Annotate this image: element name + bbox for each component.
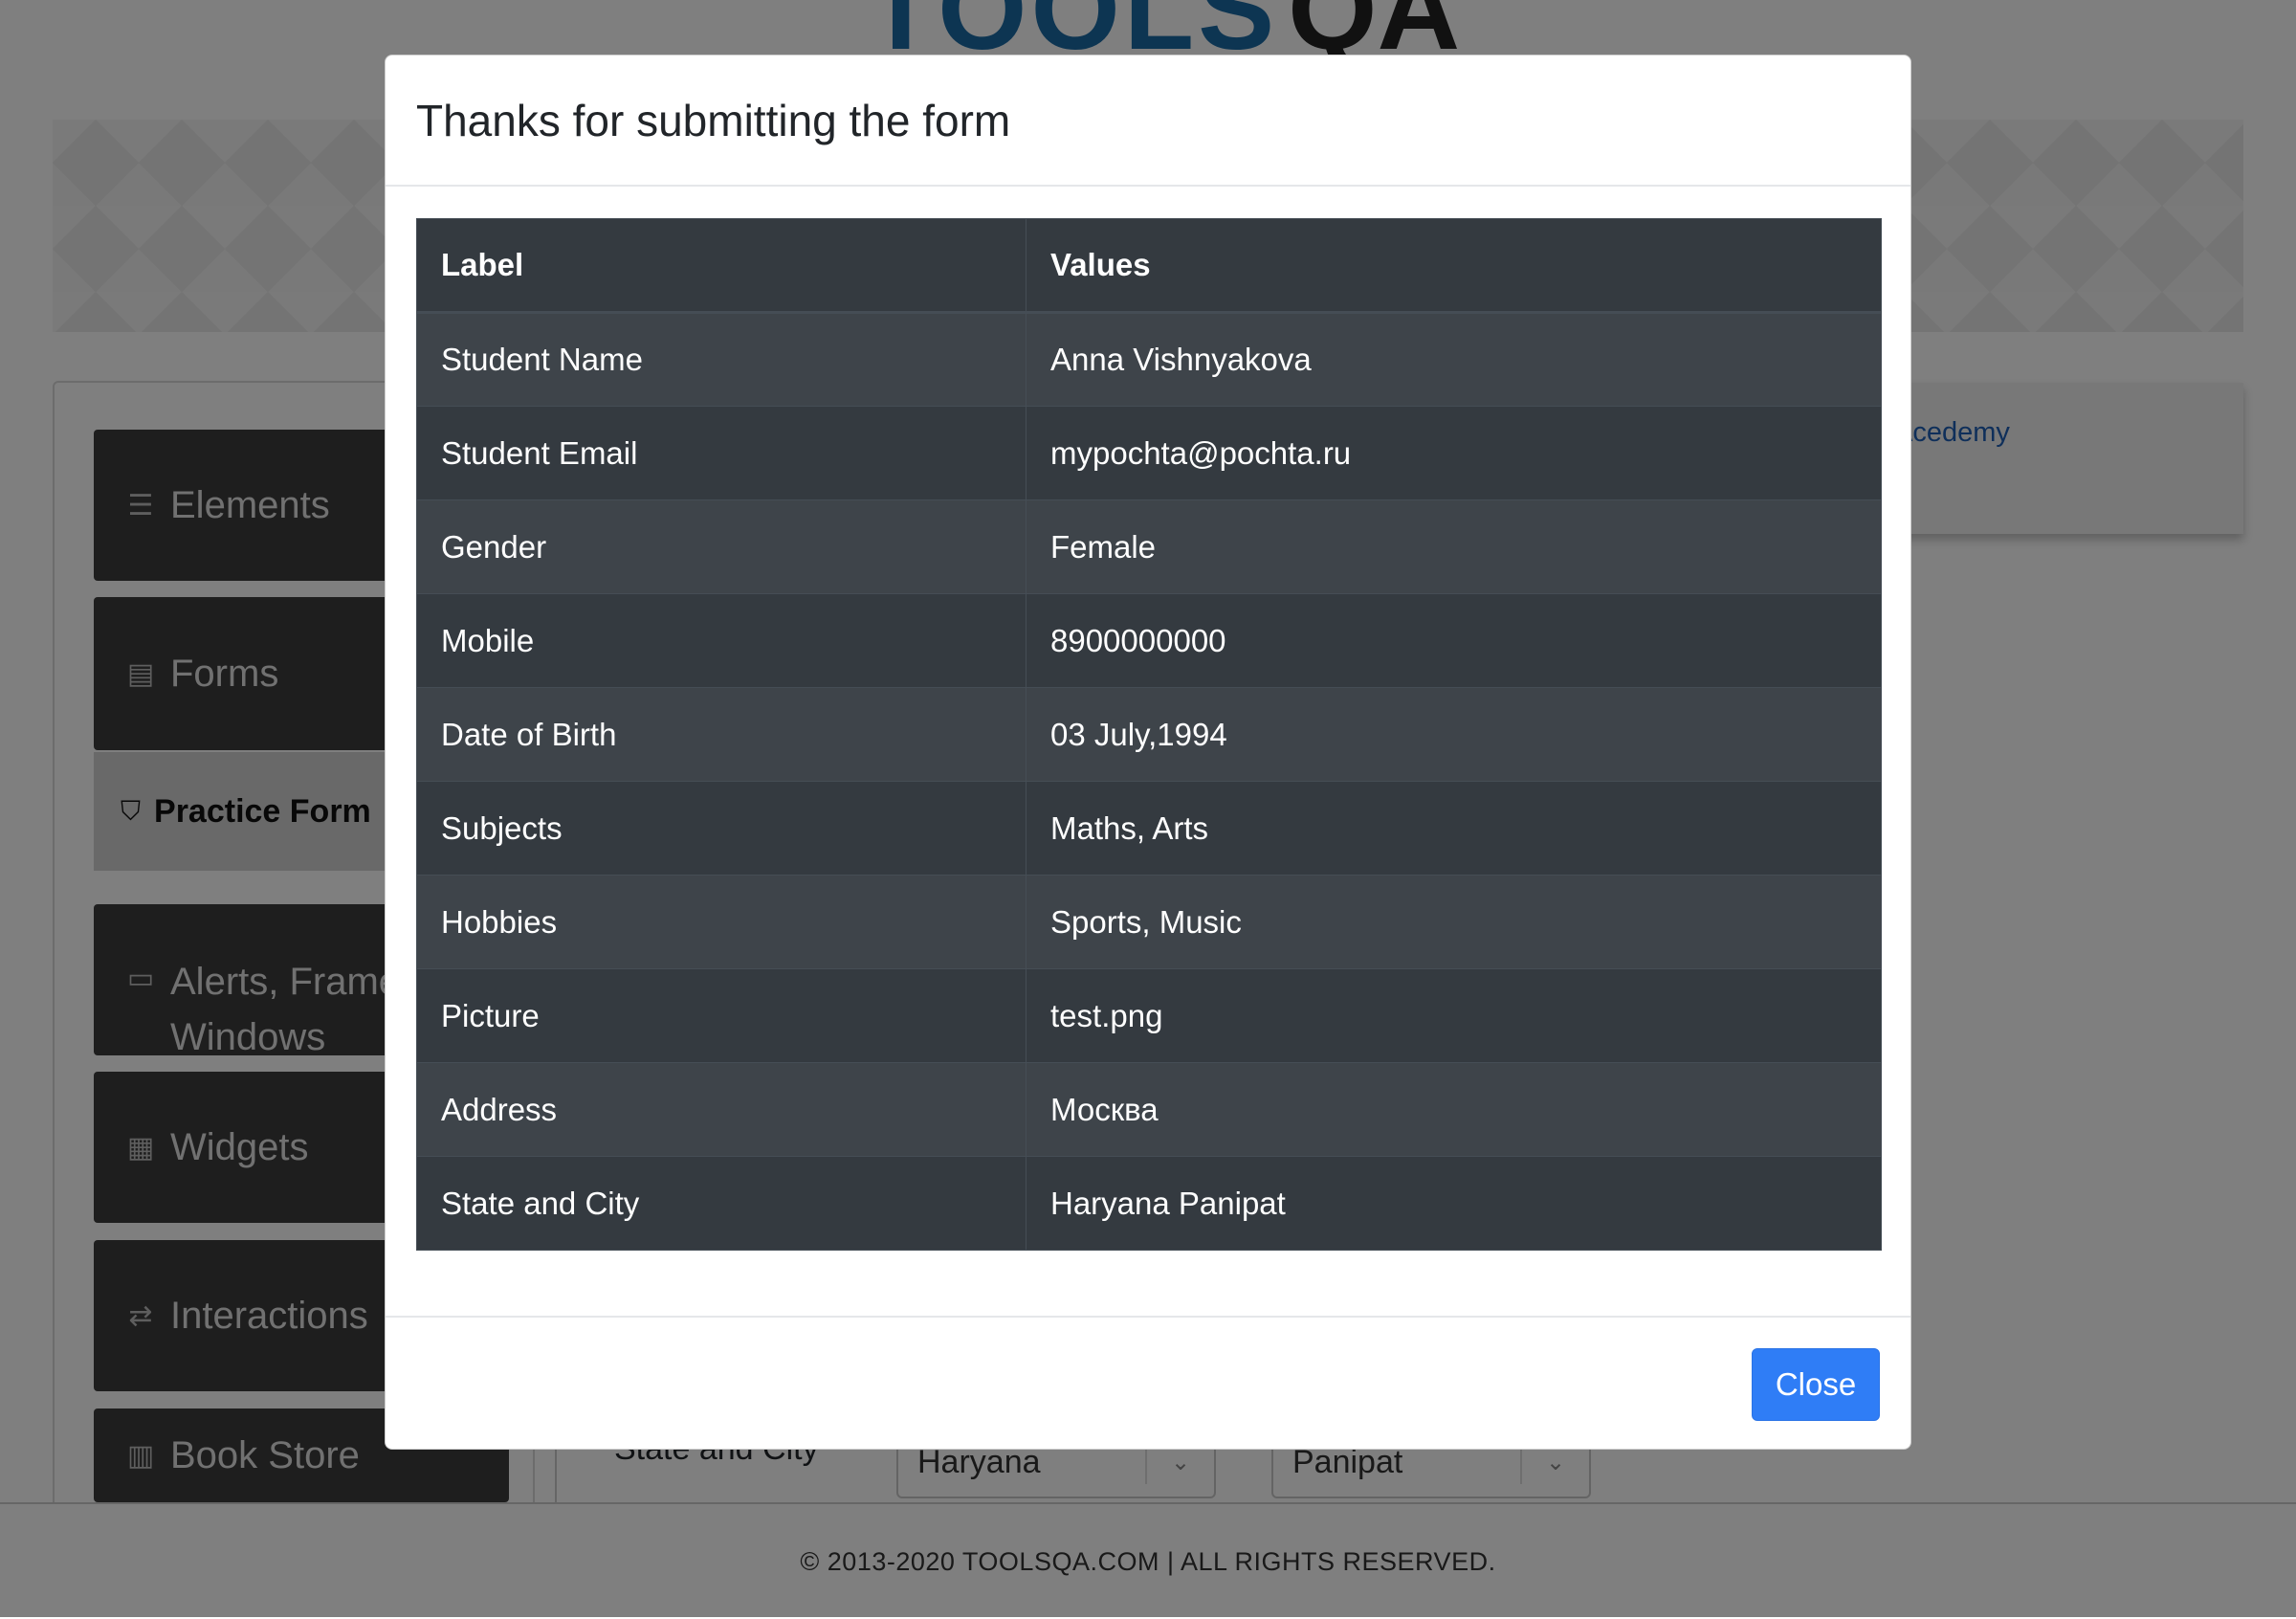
row-label: Mobile (416, 593, 1027, 688)
submission-table: Label Values Student Name Anna Vishnyako… (416, 218, 1882, 1251)
row-label: Subjects (416, 781, 1027, 876)
table-header-row: Label Values (416, 218, 1882, 314)
row-label: Date of Birth (416, 687, 1027, 782)
row-label: Student Name (416, 312, 1027, 407)
column-header-label: Label (416, 218, 1027, 314)
row-value: Sports, Music (1026, 875, 1882, 969)
submission-modal: Thanks for submitting the form Label Val… (385, 55, 1911, 1450)
table-row: Subjects Maths, Arts (416, 781, 1882, 876)
close-button[interactable]: Close (1752, 1348, 1880, 1421)
row-label: State and City (416, 1156, 1027, 1251)
row-value: Anna Vishnyakova (1026, 312, 1882, 407)
row-label: Picture (416, 968, 1027, 1063)
table-row: Date of Birth 03 July,1994 (416, 687, 1882, 782)
table-row: State and City Haryana Panipat (416, 1156, 1882, 1251)
row-label: Hobbies (416, 875, 1027, 969)
row-value: Haryana Panipat (1026, 1156, 1882, 1251)
modal-title: Thanks for submitting the form (416, 95, 1011, 145)
row-label: Gender (416, 499, 1027, 594)
row-value: Female (1026, 499, 1882, 594)
row-value: 8900000000 (1026, 593, 1882, 688)
modal-body: Label Values Student Name Anna Vishnyako… (416, 218, 1882, 1251)
row-label: Student Email (416, 406, 1027, 500)
table-row: Address Москва (416, 1062, 1882, 1157)
table-row: Mobile 8900000000 (416, 593, 1882, 688)
row-label: Address (416, 1062, 1027, 1157)
table-row: Student Email mypochta@pochta.ru (416, 406, 1882, 500)
row-value: 03 July,1994 (1026, 687, 1882, 782)
row-value: Maths, Arts (1026, 781, 1882, 876)
column-header-values: Values (1026, 218, 1882, 314)
table-row: Hobbies Sports, Music (416, 875, 1882, 969)
table-row: Student Name Anna Vishnyakova (416, 312, 1882, 407)
table-row: Picture test.png (416, 968, 1882, 1063)
table-row: Gender Female (416, 499, 1882, 594)
row-value: Москва (1026, 1062, 1882, 1157)
row-value: mypochta@pochta.ru (1026, 406, 1882, 500)
modal-footer: Close (386, 1316, 1910, 1450)
row-value: test.png (1026, 968, 1882, 1063)
modal-header: Thanks for submitting the form (386, 55, 1910, 187)
